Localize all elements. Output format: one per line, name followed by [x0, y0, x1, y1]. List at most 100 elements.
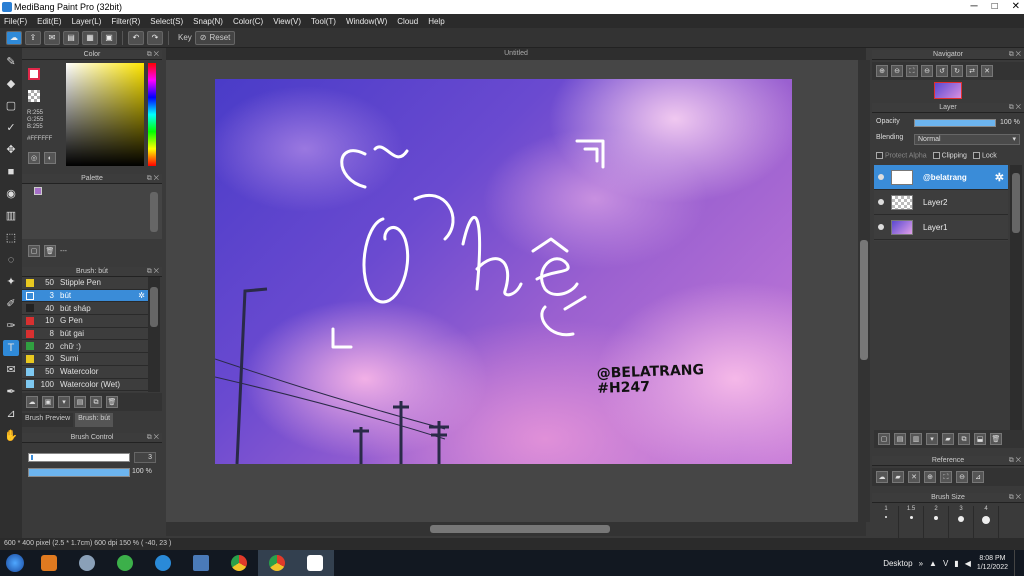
brush-item[interactable]: 100 Watercolor (Wet): [22, 379, 148, 392]
share-icon[interactable]: ⇪: [25, 30, 41, 45]
new-halftone-layer-icon[interactable]: ▤: [894, 433, 906, 445]
fill-shape-tool-icon[interactable]: ■: [3, 164, 19, 180]
saturation-value-picker[interactable]: [66, 63, 144, 166]
canvas-horizontal-scrollbar[interactable]: [166, 522, 866, 536]
visibility-icon[interactable]: [878, 224, 884, 230]
menu-select[interactable]: Select(S): [150, 17, 183, 26]
palette-scrollbar[interactable]: [150, 192, 158, 232]
chevron-right-icon[interactable]: »: [919, 559, 923, 568]
foreground-color-swatch[interactable]: [28, 68, 40, 80]
canvas-vertical-scrollbar[interactable]: [858, 60, 870, 522]
delete-layer-icon[interactable]: 🗑: [990, 433, 1002, 445]
layer-item[interactable]: @belatrang ✲: [874, 165, 1008, 190]
add-layer-menu-icon[interactable]: ▾: [926, 433, 938, 445]
network-icon[interactable]: ▮: [954, 559, 958, 568]
add-brush-icon[interactable]: ▣: [42, 396, 54, 408]
panels-icon[interactable]: ▣: [101, 30, 117, 45]
layer-opacity-slider[interactable]: [914, 119, 996, 127]
eraser-tool-icon[interactable]: ◆: [3, 76, 19, 92]
color-picker-icon[interactable]: ◐: [44, 152, 56, 164]
merge-layer-icon[interactable]: ⬓: [974, 433, 986, 445]
blending-select[interactable]: Normal ▾: [914, 134, 1020, 145]
menu-snap[interactable]: Snap(N): [193, 17, 223, 26]
start-button[interactable]: [0, 550, 30, 576]
fit-icon[interactable]: ⛶: [940, 471, 952, 483]
eyedropper-tool-icon[interactable]: ⊿: [3, 406, 19, 422]
zoom-out-alt-icon[interactable]: ⊖: [921, 65, 933, 77]
panel-buttons-icon[interactable]: ⧉ ✕: [147, 267, 159, 277]
close-reference-icon[interactable]: ✕: [908, 471, 920, 483]
scroll-thumb[interactable]: [150, 287, 158, 327]
folder-icon[interactable]: ▰: [942, 433, 954, 445]
zoom-out-icon[interactable]: ⊖: [891, 65, 903, 77]
taskbar-app[interactable]: [182, 550, 220, 576]
select-pen-tool-icon[interactable]: ✐: [3, 296, 19, 312]
gear-icon[interactable]: ✲: [995, 171, 1004, 184]
brush-tool-icon[interactable]: ✎: [3, 54, 19, 70]
navigator-thumbnail[interactable]: [934, 82, 962, 99]
menu-cloud[interactable]: Cloud: [397, 17, 418, 26]
artwork-canvas[interactable]: @BELATRANG #H247: [215, 79, 792, 464]
reset-view-icon[interactable]: ✕: [981, 65, 993, 77]
tab-brush-settings[interactable]: Brush: bút: [75, 413, 114, 427]
balloon-tool-icon[interactable]: ✉: [3, 362, 19, 378]
redo-icon[interactable]: ↷: [147, 30, 163, 45]
grid-icon[interactable]: ▦: [82, 30, 98, 45]
input-language[interactable]: V: [943, 559, 948, 568]
brush-options-icon[interactable]: ▾: [58, 396, 70, 408]
taskbar-app[interactable]: [220, 550, 258, 576]
panel-buttons-icon[interactable]: ⧉ ✕: [1009, 103, 1021, 113]
delete-palette-icon[interactable]: 🗑: [44, 245, 56, 257]
protect-alpha-checkbox[interactable]: Protect Alpha: [876, 152, 927, 160]
fit-icon[interactable]: ⛶: [906, 65, 918, 77]
menu-help[interactable]: Help: [428, 17, 444, 26]
comment-icon[interactable]: ✉: [44, 30, 60, 45]
layer-item[interactable]: Layer2: [874, 190, 1008, 215]
desktop-toolbar[interactable]: Desktop: [883, 559, 912, 568]
hand-tool-icon[interactable]: ✋: [3, 428, 19, 444]
menu-edit[interactable]: Edit(E): [37, 17, 61, 26]
scroll-thumb[interactable]: [1012, 173, 1020, 233]
panel-buttons-icon[interactable]: ⧉ ✕: [147, 433, 159, 443]
brush-list-scrollbar[interactable]: [148, 277, 160, 392]
brush-item[interactable]: 50 Stipple Pen: [22, 277, 148, 290]
pen-tool-icon[interactable]: ✓: [3, 120, 19, 136]
new-palette-icon[interactable]: ▢: [28, 245, 40, 257]
minimize-icon[interactable]: ─: [970, 0, 977, 14]
new-layer-icon[interactable]: ▢: [878, 433, 890, 445]
document-tab[interactable]: Untitled: [166, 48, 866, 60]
zoom-out-icon[interactable]: ⊖: [956, 471, 968, 483]
maximize-icon[interactable]: □: [992, 0, 998, 14]
gear-icon[interactable]: ✲: [138, 291, 145, 300]
duplicate-layer-icon[interactable]: ⧉: [958, 433, 970, 445]
hue-slider[interactable]: [148, 63, 156, 166]
lasso-tool-icon[interactable]: ◌: [3, 252, 19, 268]
taskbar-app[interactable]: [30, 550, 68, 576]
panel-buttons-icon[interactable]: ⧉ ✕: [1009, 50, 1021, 60]
zoom-in-icon[interactable]: ⊕: [876, 65, 888, 77]
tray-expand-icon[interactable]: ▲: [929, 559, 937, 568]
rotate-left-icon[interactable]: ↺: [936, 65, 948, 77]
clipping-checkbox[interactable]: Clipping: [932, 152, 967, 160]
brush-size-option[interactable]: 1.5: [899, 506, 924, 538]
brush-item[interactable]: 10 G Pen: [22, 315, 148, 328]
taskbar-app[interactable]: [144, 550, 182, 576]
move-tool-icon[interactable]: ✥: [3, 142, 19, 158]
cloud-download-icon[interactable]: ☁: [876, 471, 888, 483]
visibility-icon[interactable]: [878, 199, 884, 205]
brush-item[interactable]: 40 bút sháp: [22, 302, 148, 316]
tab-brush-preview[interactable]: Brush Preview: [22, 413, 74, 427]
wand-tool-icon[interactable]: ✦: [3, 274, 19, 290]
brush-size-value[interactable]: 3: [134, 452, 156, 463]
show-desktop-button[interactable]: [1014, 550, 1020, 576]
brush-item[interactable]: 3 bút ✲: [22, 289, 148, 303]
close-icon[interactable]: ✕: [1012, 0, 1020, 14]
menu-color[interactable]: Color(C): [233, 17, 263, 26]
brush-opacity-slider[interactable]: [28, 468, 130, 477]
eyedropper-icon[interactable]: ⊿: [972, 471, 984, 483]
rotate-right-icon[interactable]: ↻: [951, 65, 963, 77]
taskbar-app[interactable]: [106, 550, 144, 576]
new-8bit-layer-icon[interactable]: ▥: [910, 433, 922, 445]
color-wheel-icon[interactable]: ◎: [28, 152, 40, 164]
select-eraser-tool-icon[interactable]: ✑: [3, 318, 19, 334]
